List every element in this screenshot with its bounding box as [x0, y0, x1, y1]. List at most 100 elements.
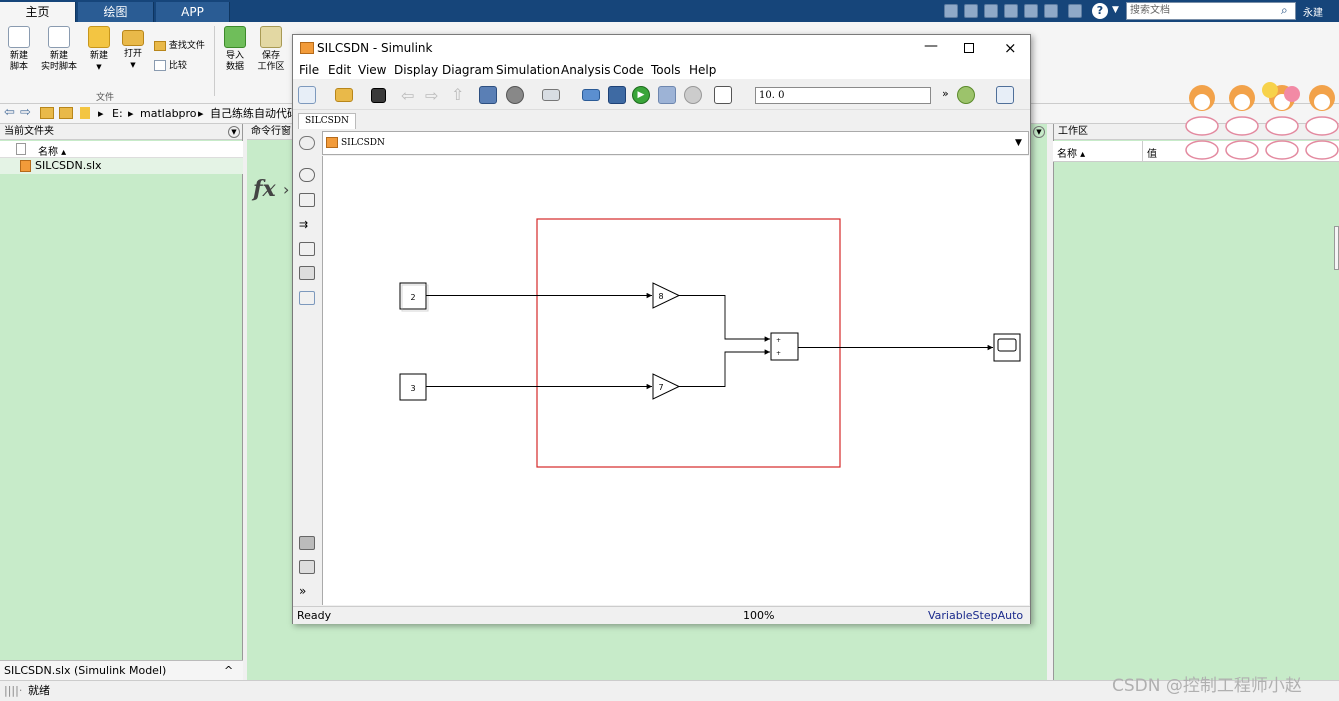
menu-diagram[interactable]: Diagram [442, 61, 494, 79]
menu-file[interactable]: File [299, 61, 319, 79]
menu-view[interactable]: View [358, 61, 386, 79]
find-files-button[interactable]: 查找文件 [154, 38, 205, 51]
zoom-icon[interactable] [299, 168, 315, 182]
panel-menu-icon[interactable]: ▼ [228, 126, 240, 138]
new-script-icon [8, 26, 30, 48]
paste-icon[interactable] [1004, 4, 1018, 18]
hide-explorer-icon[interactable] [299, 136, 315, 150]
search-docs-input[interactable]: 搜索文档 [1126, 2, 1296, 20]
back-icon[interactable]: ⇦ [401, 86, 414, 105]
build-icon[interactable] [996, 86, 1014, 104]
tab-plots[interactable]: 绘图 [78, 2, 154, 22]
drive-icon [80, 107, 90, 119]
ws-col-value[interactable]: 值 [1147, 145, 1157, 160]
annotation-icon[interactable] [299, 242, 315, 256]
library-browser-icon[interactable] [479, 86, 497, 104]
stop-icon[interactable] [684, 86, 702, 104]
model-browser-icon[interactable] [299, 560, 315, 574]
column-name[interactable]: 名称 ▴ [38, 143, 66, 158]
image-icon[interactable] [299, 266, 315, 280]
tab-apps[interactable]: APP [156, 2, 230, 22]
maximize-icon[interactable] [964, 43, 974, 53]
path-drive[interactable]: E: [112, 104, 123, 123]
minimize-icon[interactable]: — [924, 33, 938, 59]
model-advisor-icon[interactable] [957, 86, 975, 104]
close-icon[interactable]: × [1004, 35, 1017, 61]
file-row[interactable]: SILCSDN.slx [0, 158, 243, 174]
menu-tools[interactable]: Tools [651, 61, 681, 79]
up-icon[interactable]: ⇧ [451, 85, 464, 104]
forward-icon[interactable]: ⇨ [425, 86, 438, 105]
menu-help[interactable]: Help [689, 61, 716, 79]
menu-analysis[interactable]: Analysis [561, 61, 610, 79]
save-workspace-button[interactable]: 保存 工作区 [254, 26, 288, 73]
switch-windows-icon[interactable] [1068, 4, 1082, 18]
ws-col-name[interactable]: 名称 ▴ [1057, 145, 1085, 160]
redo-icon[interactable] [1044, 4, 1058, 18]
fx-icon[interactable]: fx [253, 176, 276, 202]
update-diagram-icon[interactable] [582, 89, 600, 101]
forward-icon[interactable]: ⇨ [20, 106, 31, 120]
stop-time-input[interactable]: 10. 0 [755, 87, 931, 104]
menu-code[interactable]: Code [613, 61, 644, 79]
breadcrumb-model[interactable]: SILCSDN [341, 138, 385, 148]
menu-simulation[interactable]: Simulation [496, 61, 560, 79]
step-back-icon[interactable] [608, 86, 626, 104]
workspace-scroll-handle[interactable] [1334, 226, 1339, 270]
new-live-script-button[interactable]: 新建 实时脚本 [40, 26, 78, 73]
search-icon[interactable]: ⌕ [1281, 3, 1288, 18]
new-script-button[interactable]: 新建 脚本 [2, 26, 36, 73]
cut-icon[interactable] [964, 4, 978, 18]
simulink-window: SILCSDN - Simulink — × File Edit View Di… [292, 34, 1031, 624]
up-folder-icon[interactable] [40, 107, 54, 119]
data-inspector-icon[interactable] [714, 86, 732, 104]
new-label: 新建 [89, 51, 108, 61]
path-folder-matlabpro[interactable]: matlabpro [140, 104, 197, 123]
user-account[interactable]: 永建 [1303, 4, 1323, 19]
new-model-icon[interactable] [298, 86, 316, 104]
menu-edit[interactable]: Edit [328, 61, 351, 79]
new-button[interactable]: 新建 ▼ [82, 26, 116, 73]
fit-to-view-icon[interactable] [299, 193, 315, 207]
menu-display[interactable]: Display [394, 61, 438, 79]
overflow-chevron-icon[interactable]: » [942, 87, 949, 100]
model-canvas[interactable]: 2 3 8 7 + + [322, 156, 1029, 605]
details-footer[interactable]: SILCSDN.slx (Simulink Model) ^ [0, 660, 243, 680]
tab-silcsdn[interactable]: SILCSDN [298, 113, 356, 129]
import-data-label: 导入 数据 [225, 51, 244, 72]
chevron-up-icon[interactable]: ^ [224, 661, 233, 680]
area-icon[interactable] [299, 291, 315, 305]
compare-button[interactable]: 比较 [154, 58, 187, 71]
path-folder-current[interactable]: 自己练练自动代码 [210, 104, 292, 123]
help-icon[interactable]: ? [1092, 3, 1108, 19]
save-icon[interactable] [371, 88, 386, 103]
breadcrumb-dropdown-icon[interactable]: ▼ [1015, 132, 1022, 154]
file-type-icon [16, 143, 26, 155]
model-explorer-icon[interactable] [542, 89, 560, 101]
simulink-status-bar: Ready 100% VariableStepAuto [293, 606, 1030, 624]
scope-block [993, 333, 1021, 362]
path-separator-icon: ▸ [98, 107, 104, 120]
save-icon[interactable] [944, 4, 958, 18]
undo-icon[interactable] [1024, 4, 1038, 18]
breadcrumb[interactable]: SILCSDN ▼ [322, 131, 1029, 155]
panel-menu-icon[interactable]: ▼ [1033, 126, 1045, 138]
copy-icon[interactable] [984, 4, 998, 18]
gear-icon[interactable] [506, 86, 524, 104]
back-icon[interactable]: ⇦ [4, 106, 15, 120]
open-button[interactable]: 打开 ▼ [116, 26, 150, 71]
run-icon[interactable]: ▶ [632, 86, 650, 104]
simulink-title-bar[interactable]: SILCSDN - Simulink — × [293, 35, 1030, 61]
help-dropdown-icon[interactable]: ▼ [1112, 5, 1119, 15]
open-folder-icon[interactable] [335, 88, 353, 102]
step-forward-icon[interactable] [658, 86, 676, 104]
tab-home[interactable]: 主页 [0, 2, 76, 22]
sim-status-zoom: 100% [743, 609, 775, 622]
sim-status-solver[interactable]: VariableStepAuto [928, 607, 1023, 624]
expand-chevron-icon[interactable]: » [299, 584, 315, 598]
gain-2-value: 7 [658, 383, 663, 392]
import-data-button[interactable]: 导入 数据 [218, 26, 252, 73]
browse-folder-icon[interactable] [59, 107, 73, 119]
arrow-icon[interactable]: ⇉ [299, 218, 315, 232]
camera-icon[interactable] [299, 536, 315, 550]
